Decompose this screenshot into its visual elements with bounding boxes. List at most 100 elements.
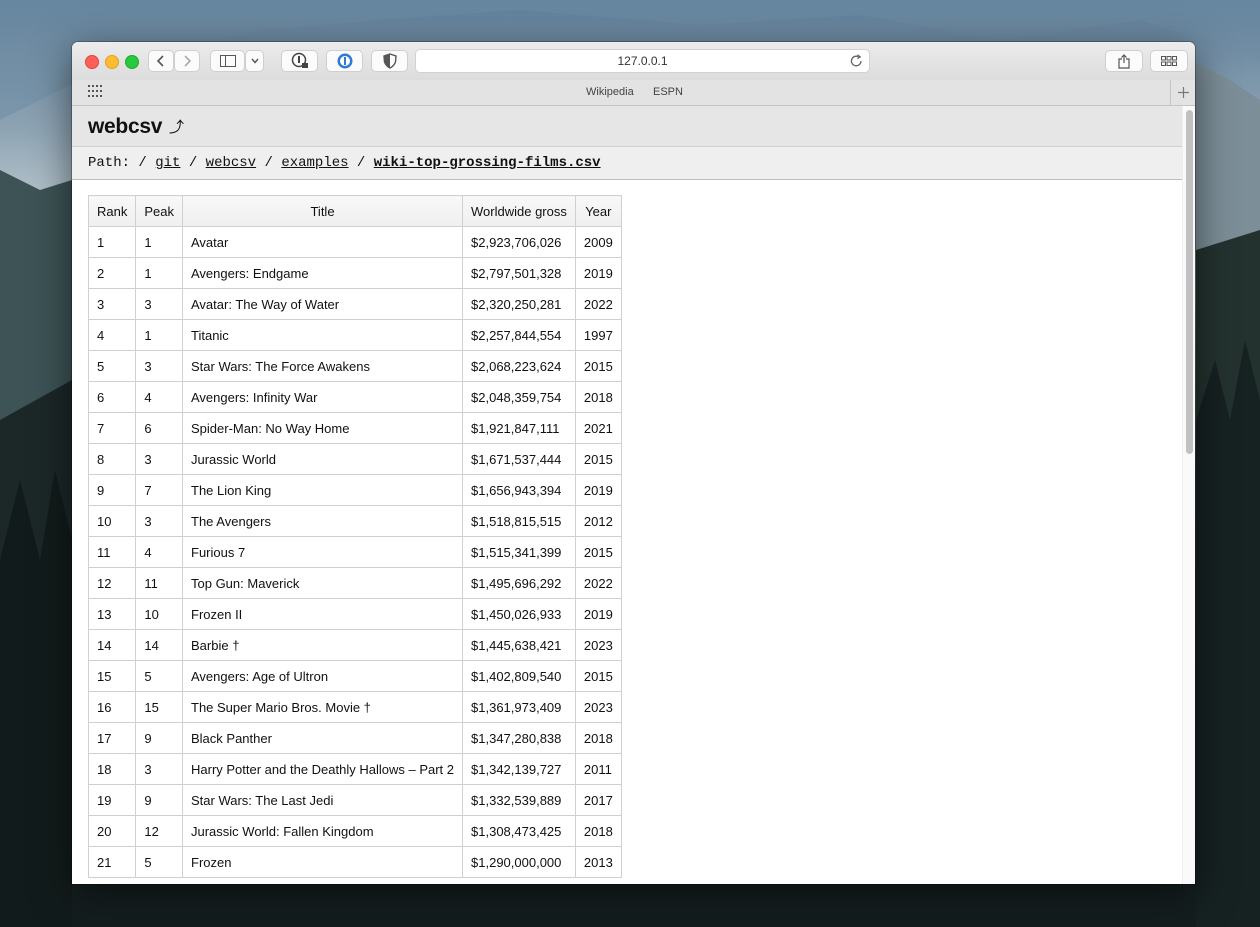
cell-peak: 15 (135, 691, 183, 723)
cell-peak: 3 (135, 753, 183, 785)
cell-peak: 3 (135, 505, 183, 537)
sidebar-icon (219, 55, 236, 67)
new-tab-button[interactable] (1170, 80, 1195, 105)
cell-title: Frozen (181, 846, 464, 878)
cell-year: 2022 (574, 567, 622, 599)
column-header-rank[interactable]: Rank (87, 195, 137, 227)
apps-grid-icon[interactable] (88, 85, 102, 97)
favorite-espn[interactable]: ESPN (653, 86, 683, 98)
breadcrumb-webcsv[interactable]: webcsv (206, 155, 256, 171)
cell-rank: 18 (87, 753, 137, 785)
breadcrumb-current-file[interactable]: wiki-top-grossing-films.csv (374, 155, 601, 171)
column-header-peak[interactable]: Peak (135, 195, 183, 227)
zoom-window-button[interactable] (125, 55, 139, 69)
cell-rank: 19 (87, 784, 137, 816)
sidebar-menu-button[interactable] (245, 50, 264, 72)
close-window-button[interactable] (85, 55, 99, 69)
cell-title: Furious 7 (181, 536, 464, 568)
cell-title: Avatar: The Way of Water (181, 288, 464, 320)
cell-year: 2015 (574, 536, 622, 568)
cell-year: 2018 (574, 381, 622, 413)
cell-peak: 1 (135, 226, 183, 258)
path-label: Path: (88, 155, 131, 171)
table-row: 15 5 Avengers: Age of Ultron $1,402,809,540… (87, 660, 622, 692)
table-row: 6 4 Avengers: Infinity War $2,048,359,754 20… (87, 381, 622, 413)
breadcrumb-examples[interactable]: examples (281, 155, 348, 171)
sidebar-toggle-button[interactable] (210, 50, 245, 72)
cell-title: Top Gun: Maverick (181, 567, 464, 599)
cell-rank: 4 (87, 319, 137, 351)
favorite-wikipedia[interactable]: Wikipedia (586, 86, 634, 98)
cell-year: 2019 (574, 474, 622, 506)
cell-peak: 9 (135, 722, 183, 754)
cell-rank: 13 (87, 598, 137, 630)
cell-worldwide-gross: $1,671,537,444 (462, 443, 576, 475)
cell-title: Avengers: Age of Ultron (181, 660, 464, 692)
cell-title: Avatar (181, 226, 464, 258)
cell-rank: 1 (87, 226, 137, 258)
tab-overview-button[interactable] (1150, 50, 1188, 72)
share-button[interactable] (1105, 50, 1143, 72)
cell-year: 2023 (574, 691, 622, 723)
cell-title: Black Panther (181, 722, 464, 754)
cell-worldwide-gross: $1,515,341,399 (462, 536, 576, 568)
cell-year: 2015 (574, 443, 622, 475)
cell-year: 2015 (574, 660, 622, 692)
table-row: 3 3 Avatar: The Way of Water $2,320,250,281… (87, 288, 622, 320)
cell-rank: 2 (87, 257, 137, 289)
scrollbar-thumb[interactable] (1186, 110, 1193, 454)
forward-button[interactable] (174, 50, 200, 72)
browser-toolbar: 127.0.0.1 (72, 42, 1195, 81)
cell-rank: 17 (87, 722, 137, 754)
table-row: 18 3 Harry Potter and the Deathly Hallows … (87, 753, 622, 785)
table-row: 12 11 Top Gun: Maverick $1,495,696,292 2022 (87, 567, 622, 599)
cell-peak: 1 (135, 257, 183, 289)
column-header-year[interactable]: Year (574, 195, 622, 227)
table-row: 17 9 Black Panther $1,347,280,838 2018 (87, 722, 622, 754)
page-content: webcsv ⤴ Path: / git / webcsv / examples… (72, 106, 1182, 884)
cell-worldwide-gross: $1,332,539,889 (462, 784, 576, 816)
cell-worldwide-gross: $1,495,696,292 (462, 567, 576, 599)
cell-peak: 14 (135, 629, 183, 661)
cell-title: The Avengers (181, 505, 464, 537)
cell-peak: 7 (135, 474, 183, 506)
breadcrumb-git[interactable]: git (155, 155, 180, 171)
cell-worldwide-gross: $2,923,706,026 (462, 226, 576, 258)
vertical-scrollbar[interactable] (1182, 106, 1195, 884)
cell-year: 2013 (574, 846, 622, 878)
browser-window: 127.0.0.1 Wikipedia ESPN webcsv ⤴ Path: … (72, 42, 1195, 884)
privacy-extension-button[interactable] (371, 50, 408, 72)
minimize-window-button[interactable] (105, 55, 119, 69)
cell-year: 2018 (574, 815, 622, 847)
password-extension-button[interactable] (281, 50, 318, 72)
1password-extension-button[interactable] (326, 50, 363, 72)
tab-overview-icon (1161, 56, 1177, 66)
cell-worldwide-gross: $1,450,026,933 (462, 598, 576, 630)
table-row: 9 7 The Lion King $1,656,943,394 2019 (87, 474, 622, 506)
table-header-row: Rank Peak Title Worldwide gross Year (87, 195, 622, 227)
cell-year: 2019 (574, 598, 622, 630)
cell-peak: 5 (135, 846, 183, 878)
cell-year: 2019 (574, 257, 622, 289)
lock-key-icon (291, 52, 308, 68)
chevron-down-icon (250, 58, 259, 64)
app-title[interactable]: webcsv (88, 115, 162, 139)
cell-peak: 5 (135, 660, 183, 692)
cell-title: Spider-Man: No Way Home (181, 412, 464, 444)
cell-peak: 10 (135, 598, 183, 630)
column-header-title[interactable]: Title (181, 195, 464, 227)
column-header-worldwide-gross[interactable]: Worldwide gross (462, 195, 576, 227)
cell-rank: 9 (87, 474, 137, 506)
cell-rank: 15 (87, 660, 137, 692)
csv-table: Rank Peak Title Worldwide gross Year 11A… (87, 195, 622, 878)
cell-worldwide-gross: $2,797,501,328 (462, 257, 576, 289)
app-header: webcsv ⤴ (72, 106, 1182, 147)
cell-title: Titanic (181, 319, 464, 351)
external-arrow-icon[interactable]: ⤴ (169, 116, 184, 137)
table-row: 13 10 Frozen II $1,450,026,933 2019 (87, 598, 622, 630)
reload-button[interactable] (850, 54, 863, 73)
cell-worldwide-gross: $1,402,809,540 (462, 660, 576, 692)
address-bar[interactable]: 127.0.0.1 (415, 49, 870, 73)
back-button[interactable] (148, 50, 174, 72)
cell-rank: 12 (87, 567, 137, 599)
